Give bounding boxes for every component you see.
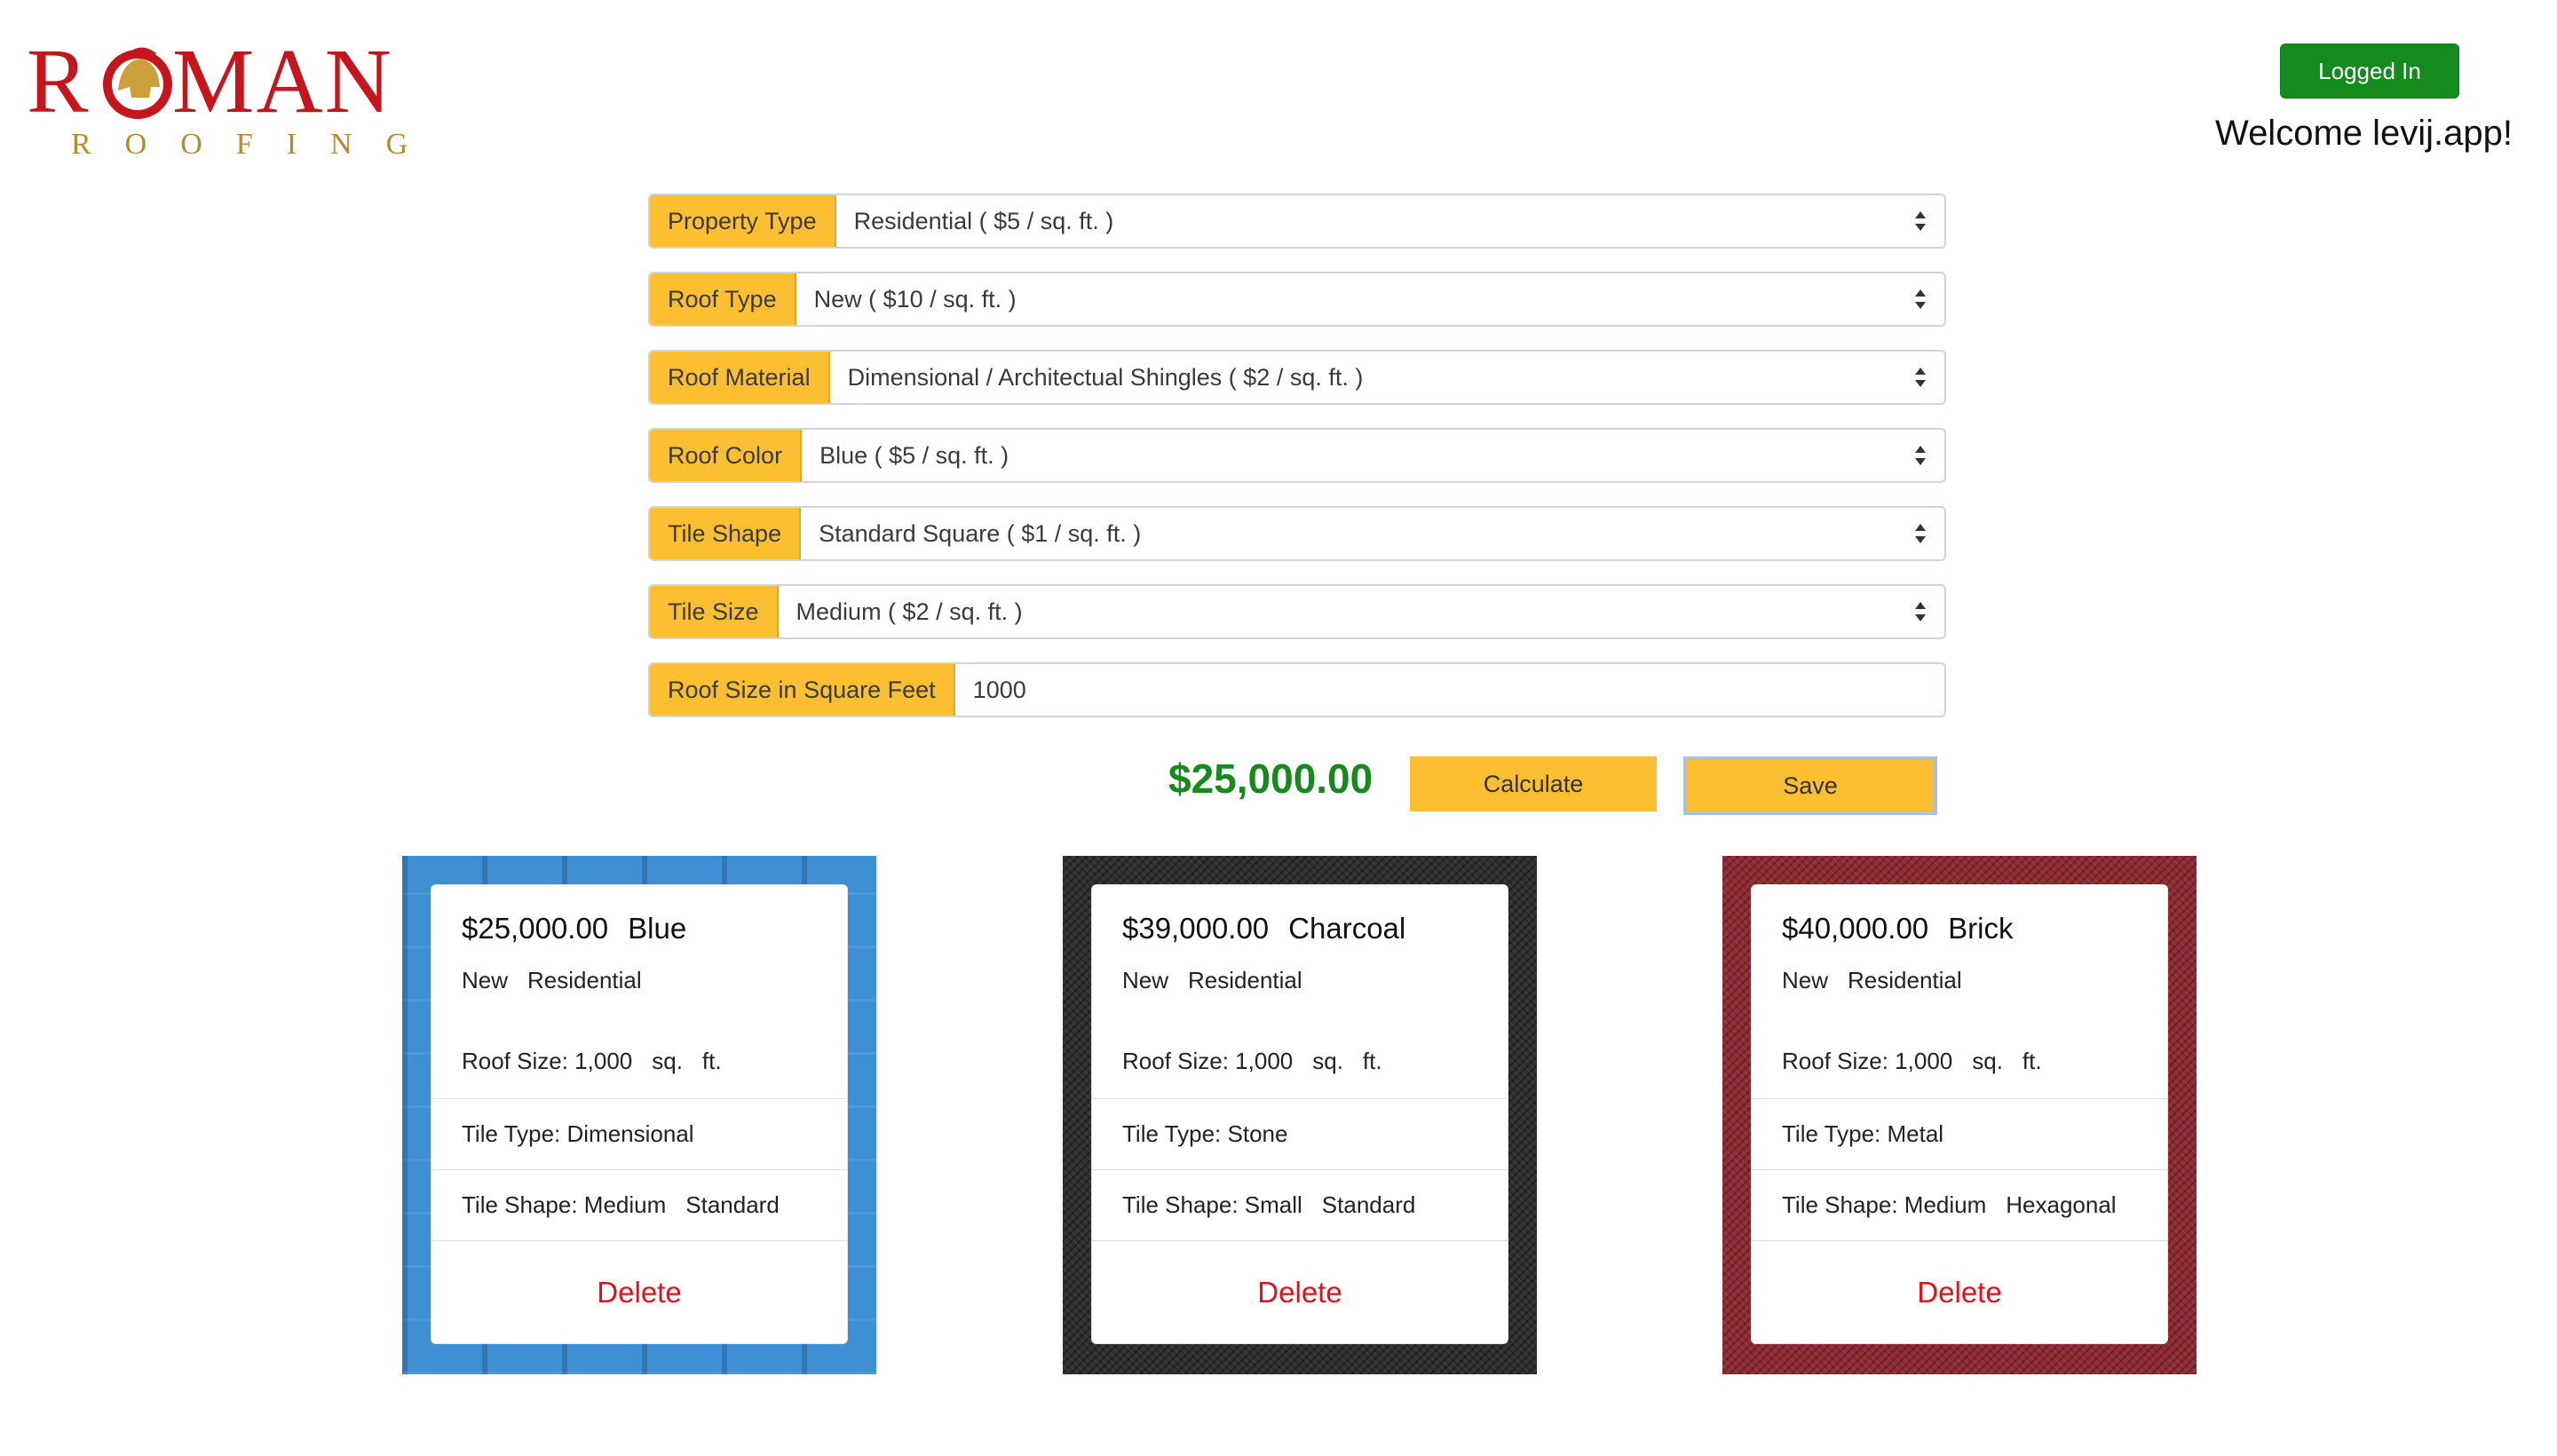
- delete-button[interactable]: Delete: [431, 1240, 847, 1343]
- save-button[interactable]: Save: [1683, 756, 1937, 815]
- tile-shape-select[interactable]: Standard Square ( $1 / sq. ft. ): [801, 508, 1944, 559]
- tile-shape-label: Tile Shape: Small: [1122, 1191, 1302, 1218]
- tile-shape-value: Standard: [1321, 1191, 1416, 1218]
- estimate-total: $25,000.00: [1168, 756, 1373, 802]
- card-ft: ft.: [1362, 1048, 1382, 1074]
- card-subtitle: New Residential: [462, 967, 817, 994]
- tile-type-text: Tile Type: Dimensional: [462, 1120, 694, 1147]
- card-roof-size: Roof Size: 1,000 sq. ft.: [462, 1048, 817, 1075]
- select-caret-icon: [1914, 368, 1927, 387]
- select-caret-icon: [1914, 211, 1927, 231]
- roof-type-group: Roof Type New ( $10 / sq. ft. ): [648, 272, 1946, 327]
- card-roof-size: Roof Size: 1,000 sq. ft.: [1782, 1048, 2137, 1075]
- tile-size-value: Medium ( $2 / sq. ft. ): [796, 597, 1023, 625]
- roof-material-group: Roof Material Dimensional / Architectual…: [648, 350, 1946, 405]
- card-property: Residential: [527, 967, 642, 993]
- estimate-card-blue: $25,000.00 Blue New Residential Roof Size:…: [402, 856, 876, 1374]
- card-color: Charcoal: [1288, 912, 1406, 945]
- card-tile-type: Tile Type: Metal: [1752, 1098, 2167, 1169]
- estimate-card: $25,000.00 Blue New Residential Roof Size:…: [431, 884, 848, 1344]
- roof-color-select[interactable]: Blue ( $5 / sq. ft. ): [802, 430, 1944, 481]
- roof-color-group: Roof Color Blue ( $5 / sq. ft. ): [648, 428, 1946, 483]
- card-roof-type: New: [1122, 967, 1169, 993]
- roof-size-group: Roof Size in Square Feet: [648, 662, 1946, 717]
- card-roof-type: New: [462, 967, 509, 993]
- logged-in-button[interactable]: Logged In: [2280, 44, 2459, 99]
- estimate-card-brick: $40,000.00 Brick New Residential Roof Size…: [1722, 856, 2197, 1374]
- tile-shape-value: Standard: [685, 1191, 780, 1218]
- card-price: $40,000.00: [1782, 912, 1929, 945]
- property-type-select[interactable]: Residential ( $5 / sq. ft. ): [836, 195, 1944, 247]
- card-color: Brick: [1948, 912, 2014, 945]
- property-type-value: Residential ( $5 / sq. ft. ): [853, 207, 1114, 234]
- tile-shape-label: Tile Shape: Medium: [1782, 1191, 1987, 1218]
- tile-shape-label: Tile Shape: [650, 508, 802, 559]
- card-sq: sq.: [1972, 1048, 2003, 1074]
- estimate-card-charcoal: $39,000.00 Charcoal New Residential Roof S…: [1063, 856, 1537, 1374]
- logo-wordmark: R MAN: [27, 36, 393, 124]
- select-caret-icon: [1914, 289, 1927, 309]
- tile-shape-group: Tile Shape Standard Square ( $1 / sq. ft…: [648, 506, 1946, 561]
- card-size-label: Roof Size: 1,000: [1122, 1048, 1294, 1074]
- roof-material-value: Dimensional / Architectual Shingles ( $2…: [847, 363, 1364, 391]
- card-size-label: Roof Size: 1,000: [1782, 1048, 1953, 1074]
- card-roof-type: New: [1782, 967, 1829, 993]
- tile-size-label: Tile Size: [650, 586, 779, 637]
- svg-text:MAN: MAN: [172, 36, 393, 124]
- estimate-form: Property Type Residential ( $5 / sq. ft.…: [648, 194, 1946, 717]
- card-sq: sq.: [652, 1048, 683, 1074]
- card-roof-size: Roof Size: 1,000 sq. ft.: [1122, 1048, 1477, 1075]
- card-tile-shape: Tile Shape: Medium Standard: [431, 1169, 847, 1240]
- estimate-card: $40,000.00 Brick New Residential Roof Size…: [1751, 884, 2168, 1344]
- select-caret-icon: [1914, 446, 1927, 465]
- delete-button[interactable]: Delete: [1752, 1240, 2167, 1343]
- svg-text:R: R: [27, 36, 90, 124]
- roof-type-value: New ( $10 / sq. ft. ): [813, 285, 1017, 313]
- card-price: $39,000.00: [1122, 912, 1270, 945]
- tile-type-text: Tile Type: Stone: [1122, 1120, 1288, 1147]
- card-size-label: Roof Size: 1,000: [462, 1048, 633, 1074]
- card-subtitle: New Residential: [1782, 967, 2137, 994]
- tile-shape-value: Hexagonal: [2006, 1191, 2117, 1218]
- select-caret-icon: [1914, 602, 1927, 621]
- card-color: Blue: [628, 912, 687, 945]
- helmet-icon: [103, 47, 172, 119]
- tile-shape-label: Tile Shape: Medium: [462, 1191, 667, 1218]
- calculate-button[interactable]: Calculate: [1410, 756, 1657, 811]
- logo-subtitle: ROOFING: [71, 128, 442, 161]
- card-property: Residential: [1848, 967, 1962, 993]
- card-title: $25,000.00 Blue: [462, 912, 817, 946]
- roof-type-label: Roof Type: [650, 273, 796, 325]
- tile-shape-value: Standard Square ( $1 / sq. ft. ): [819, 519, 1142, 547]
- card-title: $40,000.00 Brick: [1782, 912, 2137, 946]
- roof-size-label: Roof Size in Square Feet: [650, 664, 955, 716]
- card-ft: ft.: [701, 1048, 722, 1074]
- property-type-group: Property Type Residential ( $5 / sq. ft.…: [648, 194, 1946, 249]
- roof-size-input[interactable]: [954, 664, 1944, 716]
- estimate-card: $39,000.00 Charcoal New Residential Roof S…: [1091, 884, 1508, 1344]
- card-tile-type: Tile Type: Dimensional: [431, 1098, 847, 1169]
- card-title: $39,000.00 Charcoal: [1122, 912, 1477, 946]
- tile-size-select[interactable]: Medium ( $2 / sq. ft. ): [779, 586, 1944, 637]
- card-ft: ft.: [2022, 1048, 2042, 1074]
- card-subtitle: New Residential: [1122, 967, 1477, 994]
- card-property: Residential: [1188, 967, 1302, 993]
- tile-size-group: Tile Size Medium ( $2 / sq. ft. ): [648, 584, 1946, 639]
- card-sq: sq.: [1312, 1048, 1343, 1074]
- card-tile-shape: Tile Shape: Medium Hexagonal: [1752, 1169, 2167, 1240]
- welcome-message: Welcome levij.app!: [2215, 114, 2513, 153]
- delete-button[interactable]: Delete: [1092, 1240, 1508, 1343]
- roof-color-value: Blue ( $5 / sq. ft. ): [819, 441, 1009, 469]
- roman-roofing-logo[interactable]: R MAN ROOFING: [27, 36, 414, 161]
- card-price: $25,000.00: [462, 912, 609, 945]
- select-caret-icon: [1914, 524, 1927, 543]
- roof-color-label: Roof Color: [650, 430, 803, 481]
- tile-type-text: Tile Type: Metal: [1782, 1120, 1944, 1147]
- roof-type-select[interactable]: New ( $10 / sq. ft. ): [796, 273, 1944, 325]
- card-tile-type: Tile Type: Stone: [1092, 1098, 1508, 1169]
- roof-material-label: Roof Material: [650, 352, 830, 403]
- card-tile-shape: Tile Shape: Small Standard: [1092, 1169, 1508, 1240]
- roof-material-select[interactable]: Dimensional / Architectual Shingles ( $2…: [830, 352, 1944, 403]
- property-type-label: Property Type: [650, 195, 836, 247]
